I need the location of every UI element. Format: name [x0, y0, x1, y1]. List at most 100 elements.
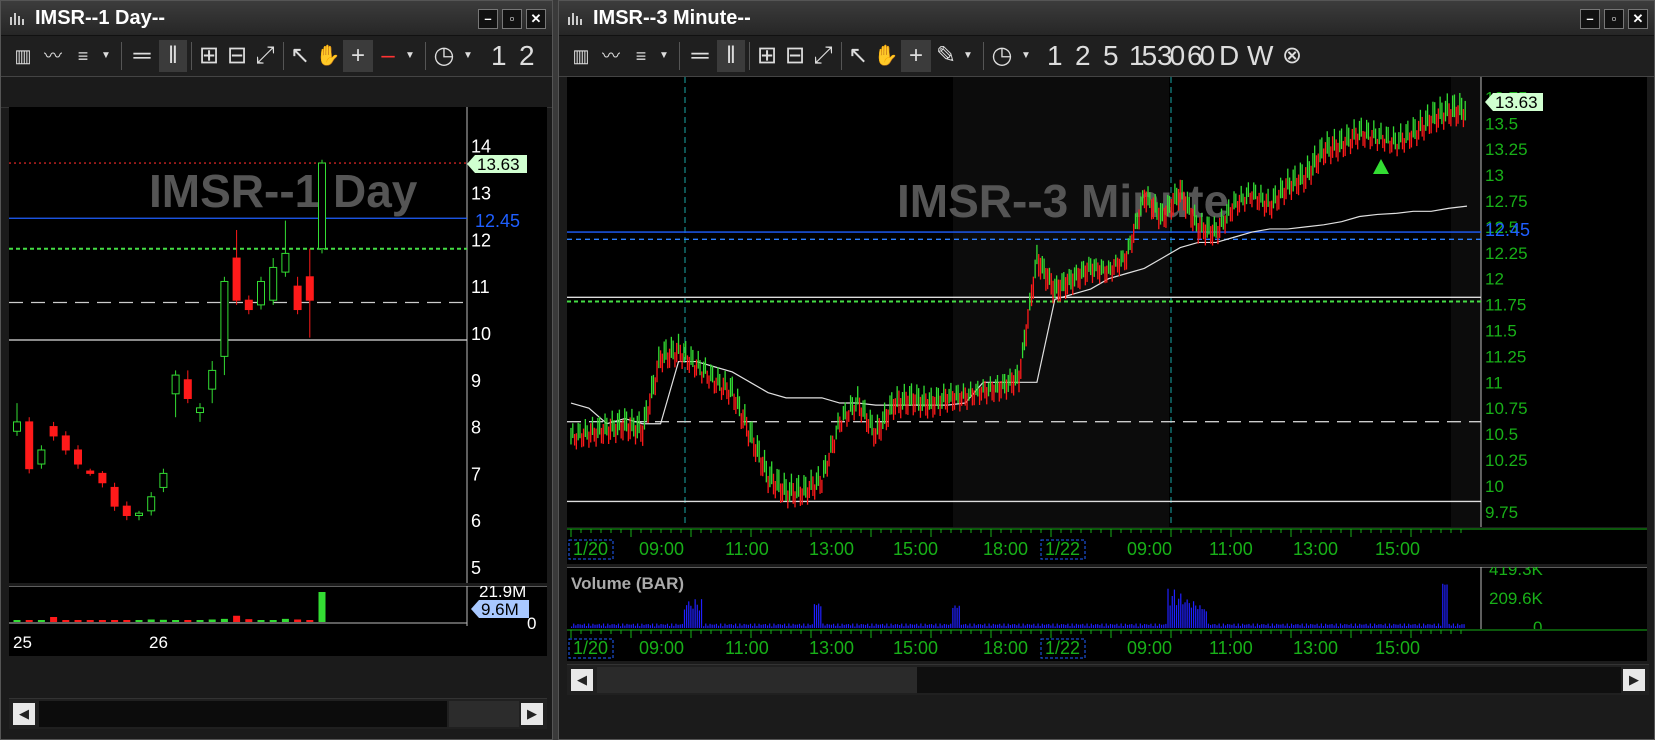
timer-icon[interactable]: ◷: [429, 40, 459, 72]
vertical-lines-icon[interactable]: ‖: [717, 40, 745, 72]
intraday-time-axis: 1/20 09:00 11:00 13:00 15:00 18:00 1/22 09:00 11…: [567, 528, 1647, 564]
zoom-in-icon[interactable]: ⊞: [195, 40, 223, 72]
volume-bar: [609, 625, 611, 628]
studies-icon[interactable]: 〰: [39, 40, 67, 72]
chevron-down-icon[interactable]: ▼: [1019, 40, 1033, 72]
volume-bar: [1412, 624, 1414, 628]
close-icon[interactable]: ✕: [1628, 9, 1648, 29]
pointer-icon[interactable]: ↖: [845, 40, 871, 72]
chart-type-icon[interactable]: ▥: [567, 40, 595, 72]
minimize-icon[interactable]: –: [1580, 9, 1600, 29]
line-draw-icon[interactable]: –: [375, 40, 401, 72]
scroll-left-icon[interactable]: ◀: [13, 703, 35, 725]
interval-1-button[interactable]: 1: [1047, 40, 1063, 72]
close-icon[interactable]: ✕: [526, 9, 546, 29]
overlay-icon[interactable]: ≡: [627, 40, 655, 72]
volume-bar: [1082, 623, 1084, 628]
intraday-price-chart[interactable]: IMSR--3 Minute 13.7513.513.251312.7512.5…: [567, 77, 1647, 527]
volume-bar: [1005, 626, 1007, 628]
volume-bar: [581, 624, 583, 628]
pencil-icon[interactable]: ✎: [933, 40, 959, 72]
volume-bar: [843, 624, 845, 628]
volume-bar: [1103, 626, 1105, 628]
scroll-thumb[interactable]: [597, 667, 917, 693]
intraday-window-titlebar[interactable]: IMSR--3 Minute-- – ▫ ✕: [559, 1, 1654, 36]
volume-bar: [1297, 624, 1299, 628]
volume-bar: [975, 625, 977, 628]
volume-bar: [854, 626, 856, 628]
crosshair-icon[interactable]: +: [343, 40, 373, 72]
volume-bar: [1388, 623, 1391, 628]
zoom-fit-icon[interactable]: ⤢: [251, 40, 279, 72]
interval-30-button[interactable]: 30: [1157, 40, 1185, 72]
candle-body: [122, 505, 131, 517]
volume-bar: [1001, 625, 1003, 628]
timer-icon[interactable]: ◷: [987, 40, 1017, 72]
studies-icon[interactable]: 〰: [597, 40, 625, 72]
volume-bar: [1282, 623, 1284, 628]
crosshair-icon[interactable]: +: [901, 40, 931, 72]
minimize-icon[interactable]: –: [478, 9, 498, 29]
intraday-scrollbar[interactable]: ◀ ▶: [567, 664, 1649, 695]
hand-icon[interactable]: ✋: [315, 40, 341, 72]
candle-body: [318, 162, 326, 250]
volume-bar: [881, 623, 884, 628]
volume-bar: [1307, 625, 1310, 628]
overlay-icon[interactable]: ≡: [69, 40, 97, 72]
interval-week-button[interactable]: W: [1247, 40, 1273, 72]
zoom-in-icon[interactable]: ⊞: [753, 40, 781, 72]
close-chart-icon[interactable]: ⊗: [1277, 40, 1307, 72]
interval-15-button[interactable]: 15: [1129, 40, 1157, 72]
horizontal-lines-icon[interactable]: ═: [685, 40, 715, 72]
volume-bar: [1099, 625, 1101, 628]
pointer-icon[interactable]: ↖: [287, 40, 313, 72]
chevron-down-icon[interactable]: ▼: [99, 40, 113, 72]
volume-bar: [613, 624, 615, 628]
chart-type-icon[interactable]: ▥: [9, 40, 37, 72]
maximize-icon[interactable]: ▫: [502, 9, 522, 29]
daily-window-titlebar[interactable]: IMSR--1 Day-- – ▫ ✕: [1, 1, 552, 36]
intraday-price-tick: 13.5: [1485, 114, 1518, 133]
hand-icon[interactable]: ✋: [873, 40, 899, 72]
interval-day-button[interactable]: D: [1219, 40, 1239, 72]
volume-bar: [658, 625, 660, 628]
volume-bar: [671, 623, 673, 628]
scroll-right-icon[interactable]: ▶: [1623, 669, 1645, 691]
candle-body: [244, 299, 253, 311]
chevron-down-icon[interactable]: ▼: [657, 40, 671, 72]
scroll-thumb[interactable]: [39, 701, 447, 727]
volume-bar: [675, 623, 677, 628]
chevron-down-icon[interactable]: ▼: [961, 40, 975, 72]
volume-bar: [596, 624, 598, 628]
maximize-icon[interactable]: ▫: [1604, 9, 1624, 29]
zoom-fit-icon[interactable]: ⤢: [809, 40, 837, 72]
intraday-price-tick: 13.25: [1485, 140, 1528, 159]
vertical-lines-icon[interactable]: ‖: [159, 40, 187, 72]
interval-1-button[interactable]: 1: [491, 40, 507, 72]
daily-price-chart[interactable]: IMSR--1 Day 14 13 12 11 10 9 8 7 6 5 13.63 12.45: [9, 107, 547, 583]
intraday-price-tick: 10.75: [1485, 399, 1528, 418]
volume-bar: [977, 624, 980, 628]
buy-signal-marker: [1373, 159, 1389, 174]
interval-2-button[interactable]: 2: [519, 40, 535, 72]
volume-bar: [811, 624, 813, 628]
zoom-out-icon[interactable]: ⊟: [781, 40, 809, 72]
volume-bar: [281, 618, 289, 622]
interval-60-button[interactable]: 60: [1187, 40, 1215, 72]
intraday-price-tick: 12.75: [1485, 192, 1528, 211]
volume-bar: [1041, 623, 1043, 628]
volume-bar: [845, 624, 847, 628]
chevron-down-icon[interactable]: ▼: [461, 40, 475, 72]
interval-5-button[interactable]: 5: [1103, 40, 1119, 72]
zoom-out-icon[interactable]: ⊟: [223, 40, 251, 72]
daily-scrollbar[interactable]: ◀ ▶: [9, 698, 547, 729]
volume-bar: [662, 624, 664, 628]
volume-bar: [1269, 626, 1271, 628]
scroll-left-icon[interactable]: ◀: [571, 669, 593, 691]
scroll-right-icon[interactable]: ▶: [521, 703, 543, 725]
horizontal-lines-icon[interactable]: ═: [127, 40, 157, 72]
chevron-down-icon[interactable]: ▼: [403, 40, 417, 72]
volume-bar: [1369, 623, 1371, 628]
interval-2-button[interactable]: 2: [1075, 40, 1091, 72]
volume-bar: [758, 623, 760, 628]
